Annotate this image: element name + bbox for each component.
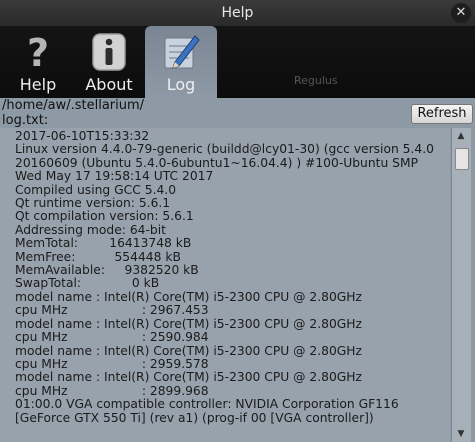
background-star-label: Regulus xyxy=(294,74,338,87)
svg-text:?: ? xyxy=(27,32,49,72)
info-icon xyxy=(92,33,126,71)
close-icon: ✕ xyxy=(455,5,467,20)
tab-log-label: Log xyxy=(166,75,196,94)
tab-about[interactable]: About xyxy=(77,26,141,98)
scroll-thumb[interactable] xyxy=(455,148,469,170)
log-text-area[interactable]: 2017-06-10T15:33:32 Linux version 4.4.0-… xyxy=(0,128,450,442)
tab-help[interactable]: ? Help xyxy=(6,26,70,98)
log-path-line-1: /home/aw/.stellarium/ xyxy=(2,98,145,113)
tab-help-label: Help xyxy=(19,75,57,94)
pencil-notepad-icon xyxy=(164,35,200,69)
refresh-button[interactable]: Refresh xyxy=(411,104,473,124)
log-path-line-2: log.txt: xyxy=(2,113,49,128)
scroll-down-icon[interactable]: ▼ xyxy=(454,428,468,440)
log-content: 2017-06-10T15:33:32 Linux version 4.4.0-… xyxy=(15,129,434,425)
tab-log[interactable]: Log xyxy=(145,26,217,98)
vertical-scrollbar[interactable]: ▲ ▼ xyxy=(451,128,471,442)
log-panel: /home/aw/.stellarium/ log.txt: Refresh 2… xyxy=(0,98,475,442)
window-title: Help xyxy=(221,5,254,21)
tab-about-label: About xyxy=(85,75,133,94)
log-path: /home/aw/.stellarium/ log.txt: xyxy=(2,98,144,128)
title-bar[interactable]: Help ✕ xyxy=(0,0,475,26)
scroll-up-icon[interactable]: ▲ xyxy=(454,130,468,142)
tab-bar: ? Help About Log Regulus xyxy=(0,26,475,98)
question-mark-icon: ? xyxy=(27,32,49,72)
close-button[interactable]: ✕ xyxy=(451,3,471,23)
help-window: Help ✕ ? Help About Log Regulus /home/aw… xyxy=(0,0,475,442)
